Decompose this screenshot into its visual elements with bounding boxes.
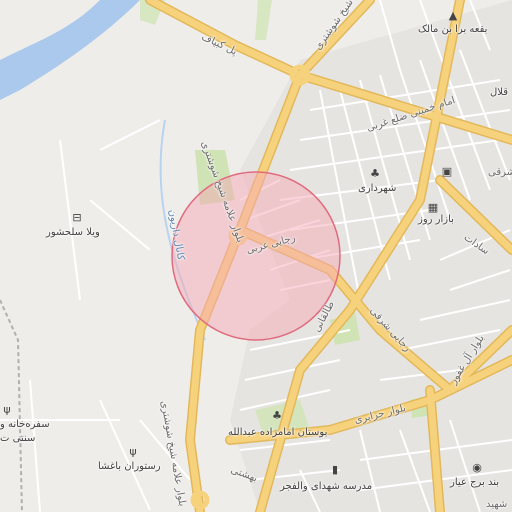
label-band-borj[interactable]: بند برج عیار	[450, 478, 499, 488]
camera-icon[interactable]: ◉	[470, 460, 484, 474]
search-radius-circle	[171, 171, 341, 341]
label-shahrdari[interactable]: شهرداری	[358, 184, 396, 194]
school-icon[interactable]: ▮	[328, 462, 342, 476]
restaurant-icon[interactable]: ψ	[126, 444, 140, 458]
hotel-bed-icon[interactable]: ⊟	[70, 210, 84, 224]
label-madreseh[interactable]: مدرسه شهدای والفجر	[280, 482, 372, 492]
shopping-cart-icon[interactable]: ▦	[426, 200, 440, 214]
label-safarkhaneh[interactable]: سفره‌خانه و	[0, 420, 50, 430]
mosque-icon[interactable]: ▲	[446, 8, 460, 22]
label-sharqi-top: شرقی	[488, 167, 512, 178]
map-canvas[interactable]: بقعه برا بن مالک ▲ پل کبیاف شیخ شوشتری ا…	[0, 0, 512, 512]
label-restaurant[interactable]: رستوران باغشا	[98, 462, 161, 472]
river	[0, 0, 140, 100]
label-villa[interactable]: ویلا سلحشور	[46, 228, 100, 238]
label-bustan[interactable]: بوستان امامزاده عبدالله	[228, 428, 327, 438]
tree-icon[interactable]: ♣	[270, 408, 284, 422]
label-baqe[interactable]: بقعه برا بن مالک	[418, 25, 487, 35]
tree-icon[interactable]: ♣	[368, 166, 382, 180]
shopping-bag-icon[interactable]: ▣	[440, 164, 454, 178]
label-shahid: شهید	[486, 499, 508, 510]
label-sonnati[interactable]: سنتی ت	[0, 434, 35, 444]
park-area	[255, 0, 272, 40]
label-bazar-roz[interactable]: بازار روز	[418, 215, 454, 225]
restaurant-icon[interactable]: ψ	[0, 402, 14, 416]
label-istiqlal: قلال	[490, 87, 509, 98]
